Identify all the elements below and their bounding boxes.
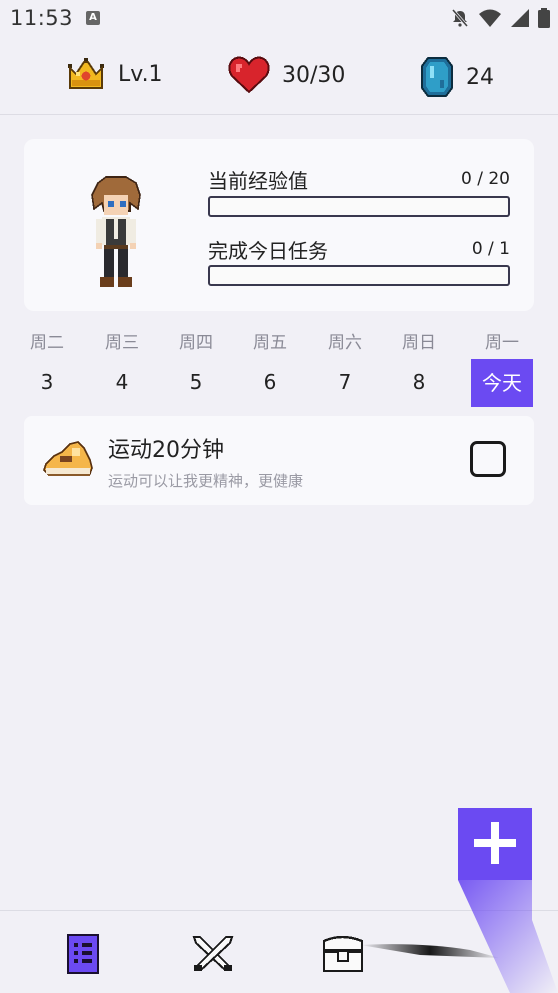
task-card[interactable]: 运动20分钟 运动可以让我更精神，更健康 [24,416,534,505]
day-number: 7 [338,370,352,394]
day-today[interactable]: 周一 今天 [470,325,534,407]
day-wed[interactable]: 周三 4 [90,325,154,399]
health-value: 30/30 [282,62,346,88]
treasure-chest-icon [322,935,364,973]
crossed-swords-icon [192,936,234,971]
tasks-progress-bar [208,265,510,286]
week-strip: 周二 3 周三 4 周四 5 周五 6 周六 7 周日 8 周一 今天 [10,325,550,407]
day-name: 周一 [485,333,519,353]
add-task-button[interactable] [458,808,532,880]
level-value: Lv.1 [118,61,163,87]
day-number: 4 [115,370,129,394]
nav-inventory[interactable] [318,931,368,977]
signal-icon [511,9,529,27]
day-number: 8 [412,370,426,394]
day-thu[interactable]: 周四 5 [164,325,228,399]
day-name: 周日 [402,333,436,353]
gems-stat: 24 [420,56,494,98]
day-number: 5 [189,370,203,394]
exp-label: 当前经验值 [208,169,308,193]
sneaker-icon [43,441,93,476]
day-number-today: 今天 [471,359,533,407]
nav-battle[interactable] [188,931,238,977]
day-number: 6 [263,370,277,394]
level-stat: Lv.1 [66,56,163,92]
app-screen: 11:53 A Lv.1 30/30 24 当前经验值 0 / 20 完成今日任… [0,0,558,993]
gem-icon [421,57,453,97]
tasks-value: 0 / 1 [471,239,510,259]
character-avatar [91,176,141,287]
status-bar: 11:53 A [0,0,558,38]
day-name: 周四 [179,333,213,353]
day-name: 周五 [253,333,287,353]
day-tue[interactable]: 周二 3 [15,325,79,399]
heart-icon [228,56,270,94]
scroll-list-icon [67,934,99,974]
day-fri[interactable]: 周五 6 [238,325,302,399]
task-title: 运动20分钟 [108,438,224,463]
exp-progress-bar [208,196,510,217]
health-stat: 30/30 [228,56,345,94]
task-description: 运动可以让我更精神，更健康 [108,472,304,490]
day-sun[interactable]: 周日 8 [387,325,451,399]
profile-card: 当前经验值 0 / 20 完成今日任务 0 / 1 [24,139,534,311]
notification-badge: A [86,11,100,25]
plus-icon [474,822,516,864]
day-name: 周六 [328,333,362,353]
tasks-label: 完成今日任务 [208,239,328,263]
day-sat[interactable]: 周六 7 [313,325,377,399]
wifi-icon [479,9,501,27]
day-number: 3 [40,370,54,394]
nav-tasks[interactable] [58,931,108,977]
day-name: 周三 [105,333,139,353]
task-checkbox[interactable] [470,441,506,477]
day-name: 周二 [30,333,64,353]
stats-header: Lv.1 30/30 24 [0,40,558,115]
crown-icon [68,58,104,89]
battery-icon [538,8,550,28]
gems-value: 24 [466,64,494,90]
exp-value: 0 / 20 [461,169,510,189]
bottom-nav [0,910,558,993]
status-time: 11:53 [10,6,74,30]
status-icons [450,8,550,28]
bell-off-icon [451,9,469,27]
